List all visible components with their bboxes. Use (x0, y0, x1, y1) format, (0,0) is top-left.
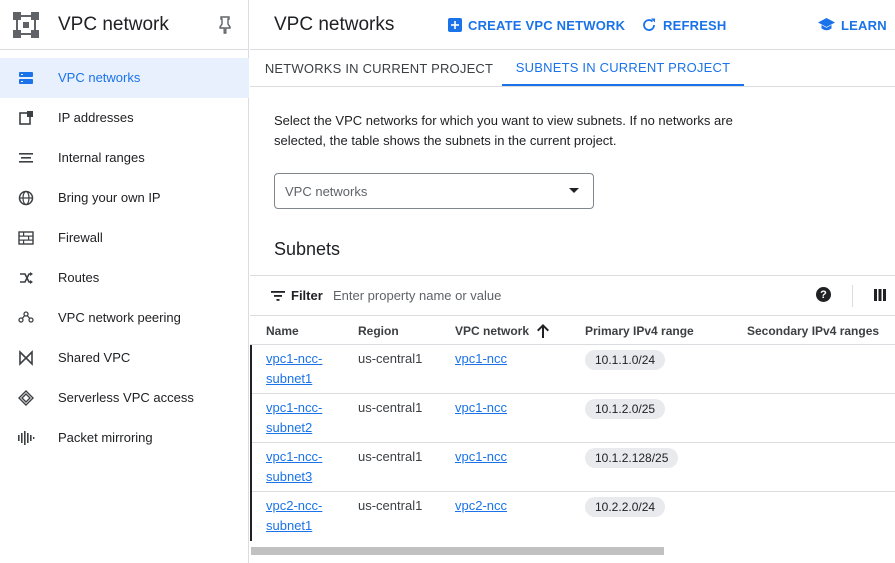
vpc-network-link[interactable]: vpc2-ncc (455, 498, 507, 513)
internal-ranges-icon (17, 149, 35, 167)
column-header-name[interactable]: Name (266, 316, 299, 345)
sidebar-item-label: Firewall (58, 230, 103, 245)
vpc-networks-icon (17, 69, 35, 87)
vpc-network-logo-icon (13, 12, 39, 38)
subnets-section-title: Subnets (274, 239, 341, 259)
column-display-options-icon[interactable] (874, 289, 886, 301)
subnets-table: Name Region VPC network Primary IPv4 ran… (250, 316, 895, 542)
sidebar-item-routes[interactable]: Routes (0, 258, 249, 298)
vpc-network-cell: vpc1-ncc (455, 447, 507, 467)
create-vpc-network-button[interactable]: CREATE VPC NETWORK (448, 16, 625, 34)
sidebar-item-label: Routes (58, 270, 100, 285)
filter-input[interactable] (333, 283, 633, 307)
column-header-secondary-ipv4-ranges[interactable]: Secondary IPv4 ranges (747, 316, 879, 345)
vpc-network-link[interactable]: vpc1-ncc (455, 400, 507, 415)
subnet-name-cell: vpc1-ncc-subnet3 (266, 447, 322, 487)
ip-addresses-icon (17, 109, 35, 127)
refresh-button[interactable]: REFRESH (641, 16, 727, 34)
filter-bar: Filter ? (250, 275, 895, 316)
shared-vpc-icon (17, 349, 35, 367)
column-header-region[interactable]: Region (358, 316, 399, 345)
subnet-name-link[interactable]: vpc2-ncc-subnet1 (266, 498, 322, 533)
help-icon[interactable]: ? (816, 287, 831, 302)
add-box-icon (448, 18, 462, 32)
sidebar-item-ip-addresses[interactable]: IP addresses (0, 98, 249, 138)
vpc-network-link[interactable]: vpc1-ncc (455, 351, 507, 366)
sidebar-item-firewall[interactable]: Firewall (0, 218, 249, 258)
vpc-network-cell: vpc2-ncc (455, 496, 507, 516)
subnet-name-link[interactable]: vpc1-ncc-subnet2 (266, 400, 322, 435)
primary-ipv4-range-chip: 10.1.2.0/25 (585, 399, 666, 419)
sidebar: VPC network VPC networks IP addresses In… (0, 0, 249, 563)
sidebar-title: VPC network (58, 14, 169, 35)
create-vpc-network-label: CREATE VPC NETWORK (468, 17, 626, 33)
school-icon (818, 18, 835, 31)
sidebar-item-shared-vpc[interactable]: Shared VPC (0, 338, 249, 378)
sidebar-item-label: Bring your own IP (58, 190, 161, 205)
subnet-name-cell: vpc1-ncc-subnet1 (266, 349, 322, 389)
column-header-label: VPC network (455, 323, 530, 338)
primary-ipv4-range-chip: 10.1.2.128/25 (585, 448, 679, 468)
table-row: vpc1-ncc-subnet2 us-central1 vpc1-ncc 10… (250, 393, 895, 442)
region-cell: us-central1 (358, 351, 423, 366)
peering-icon (17, 309, 35, 327)
sidebar-item-label: Serverless VPC access (58, 390, 194, 405)
sidebar-item-packet-mirroring[interactable]: Packet mirroring (0, 418, 249, 458)
column-header-primary-ipv4-range[interactable]: Primary IPv4 range (585, 316, 694, 345)
tab-subnets-in-current-project[interactable]: SUBNETS IN CURRENT PROJECT (502, 50, 744, 86)
page-title: VPC networks (274, 14, 395, 35)
table-left-border (250, 345, 252, 541)
dropdown-arrow-icon (569, 188, 579, 193)
globe-icon (17, 189, 35, 207)
refresh-label: REFRESH (663, 17, 727, 33)
subnet-name-cell: vpc2-ncc-subnet1 (266, 496, 322, 536)
vpc-networks-select-placeholder: VPC networks (285, 184, 368, 199)
pin-icon[interactable] (217, 16, 233, 34)
sidebar-item-bring-your-own-ip[interactable]: Bring your own IP (0, 178, 249, 218)
vpc-network-cell: vpc1-ncc (455, 349, 507, 369)
tab-bar: NETWORKS IN CURRENT PROJECT SUBNETS IN C… (250, 50, 895, 87)
subnet-name-cell: vpc1-ncc-subnet2 (266, 398, 322, 438)
serverless-icon (17, 389, 35, 407)
subnet-name-link[interactable]: vpc1-ncc-subnet1 (266, 351, 322, 386)
subnets-description: Select the VPC networks for which you wa… (274, 113, 733, 148)
sidebar-item-internal-ranges[interactable]: Internal ranges (0, 138, 249, 178)
packet-mirroring-icon (17, 429, 35, 447)
sidebar-item-label: VPC networks (58, 70, 141, 85)
sidebar-item-label: VPC network peering (58, 310, 181, 325)
subnet-name-link[interactable]: vpc1-ncc-subnet3 (266, 449, 322, 484)
sidebar-item-label: Shared VPC (58, 350, 131, 365)
primary-ipv4-range-chip: 10.1.1.0/24 (585, 350, 666, 370)
learn-button[interactable]: LEARN (818, 16, 887, 34)
table-row: vpc1-ncc-subnet3 us-central1 vpc1-ncc 10… (250, 442, 895, 491)
primary-ipv4-range-chip: 10.2.2.0/24 (585, 497, 666, 517)
filter-icon (271, 291, 285, 301)
region-cell: us-central1 (358, 449, 423, 464)
sidebar-item-label: Internal ranges (58, 150, 145, 165)
vpc-network-link[interactable]: vpc1-ncc (455, 449, 507, 464)
sidebar-header: VPC network (0, 0, 248, 50)
filter-divider (852, 285, 853, 307)
routes-icon (17, 269, 35, 287)
sidebar-item-serverless-vpc-access[interactable]: Serverless VPC access (0, 378, 249, 418)
learn-label: LEARN (841, 17, 887, 33)
column-header-vpc-network[interactable]: VPC network (455, 316, 550, 345)
tab-networks-in-current-project[interactable]: NETWORKS IN CURRENT PROJECT (262, 50, 496, 86)
table-row: vpc2-ncc-subnet1 us-central1 vpc2-ncc 10… (250, 491, 895, 540)
refresh-icon (643, 18, 655, 31)
table-row: vpc1-ncc-subnet1 us-central1 vpc1-ncc 10… (250, 344, 895, 393)
vpc-networks-select[interactable]: VPC networks (274, 173, 594, 209)
sidebar-item-label: Packet mirroring (58, 430, 153, 445)
sort-ascending-arrow-icon (537, 323, 550, 338)
region-cell: us-central1 (358, 498, 423, 513)
sidebar-item-vpc-networks[interactable]: VPC networks (0, 58, 249, 98)
page-header: VPC networks CREATE VPC NETWORK REFRESH … (250, 0, 895, 50)
sidebar-item-label: IP addresses (58, 110, 134, 125)
vpc-network-cell: vpc1-ncc (455, 398, 507, 418)
firewall-icon (17, 229, 35, 247)
filter-label: Filter (291, 288, 323, 303)
region-cell: us-central1 (358, 400, 423, 415)
horizontal-scrollbar-thumb[interactable] (251, 547, 664, 555)
sidebar-item-vpc-network-peering[interactable]: VPC network peering (0, 298, 249, 338)
